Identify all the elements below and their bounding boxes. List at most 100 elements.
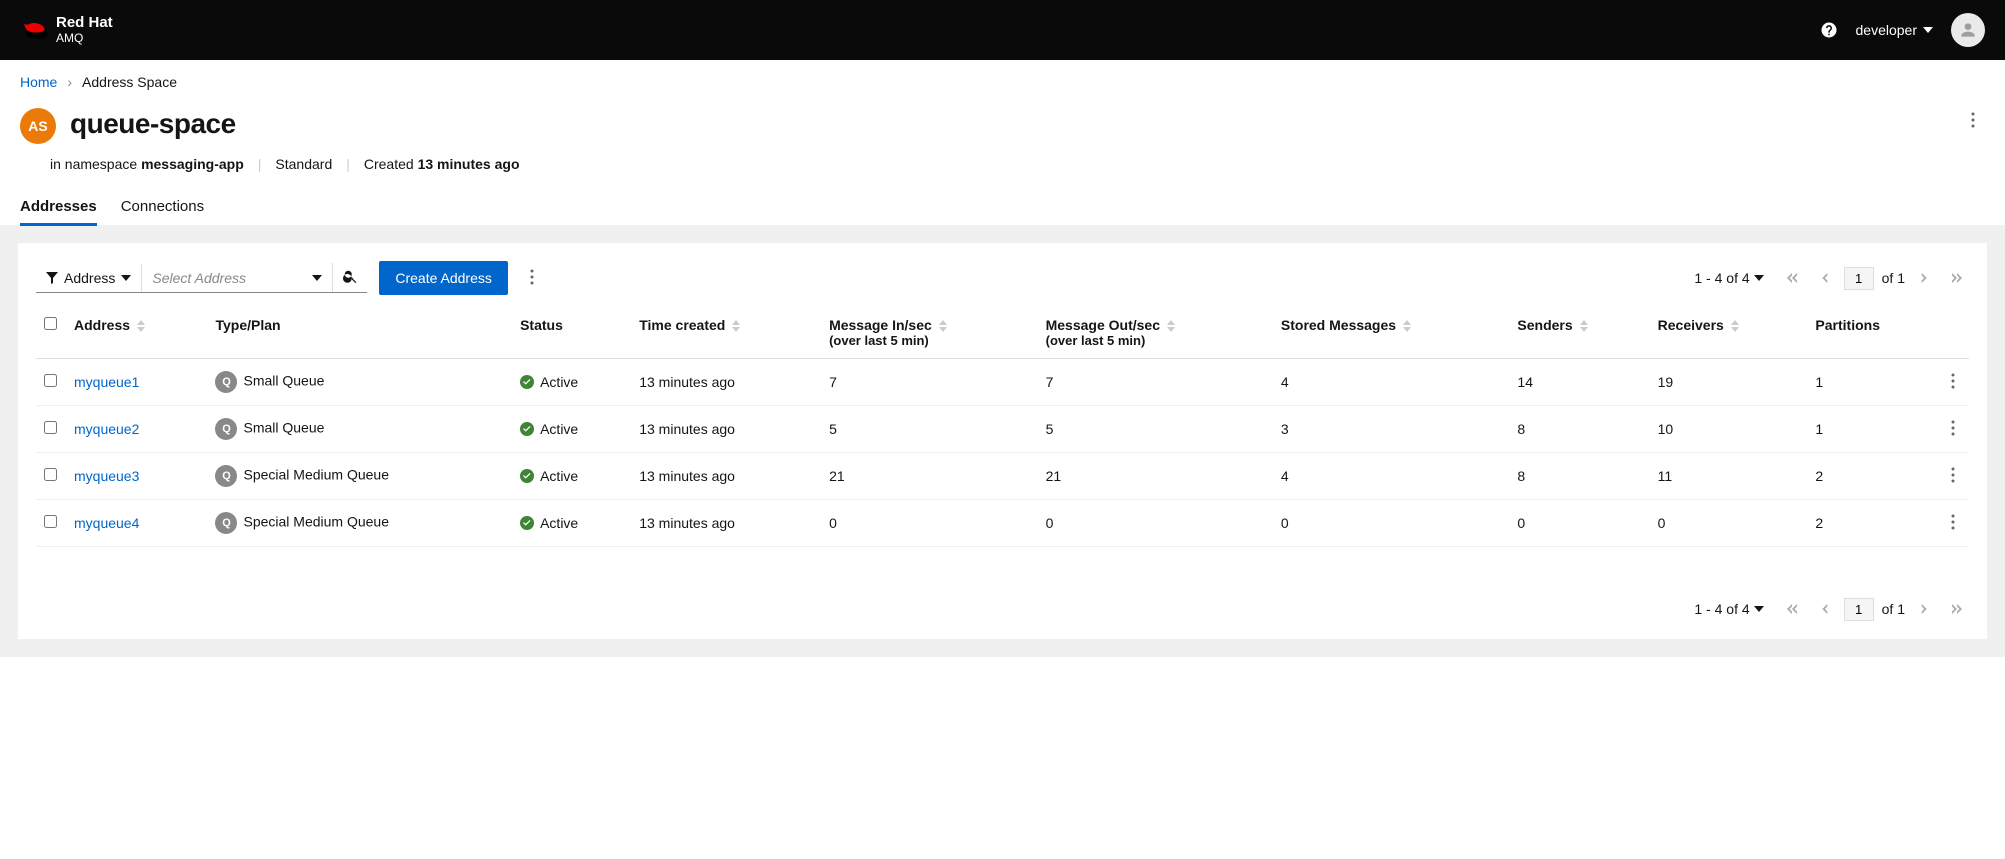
toolbar-actions-menu[interactable] [520,265,544,292]
time-cell: 13 minutes ago [631,453,821,500]
address-link[interactable]: myqueue2 [74,421,139,437]
receivers-cell: 19 [1650,359,1808,406]
help-icon[interactable] [1820,21,1838,39]
created-value: 13 minutes ago [418,156,520,172]
sort-icon[interactable] [136,320,146,332]
pagination-bottom: 1 - 4 of 4 of 1 [1694,597,1969,621]
stored-cell: 4 [1273,359,1510,406]
pagination-first[interactable] [1780,266,1804,290]
col-receivers[interactable]: Receivers [1658,317,1724,333]
double-chevron-right-icon [1952,604,1962,614]
sort-icon[interactable] [1579,320,1589,332]
brand-name: Red Hat [56,15,113,32]
select-all-checkbox[interactable] [44,317,57,330]
filter-icon [46,272,58,284]
row-actions-menu[interactable] [1945,514,1961,533]
col-stored[interactable]: Stored Messages [1281,317,1396,333]
pagination-next[interactable] [1913,266,1937,290]
col-address[interactable]: Address [74,317,130,333]
kebab-icon [1945,420,1961,436]
queue-type-badge: Q [215,418,237,440]
table-row: myqueue4 QSpecial Medium Queue Active 13… [36,500,1969,547]
row-actions-menu[interactable] [1945,420,1961,439]
create-address-button[interactable]: Create Address [379,261,508,295]
caret-down-icon [121,273,131,283]
sort-icon[interactable] [1166,320,1176,332]
filter-input[interactable] [142,264,302,292]
breadcrumb-home[interactable]: Home [20,74,57,90]
breadcrumb-current: Address Space [82,74,177,90]
col-msg-in-sub: (over last 5 min) [829,333,1030,348]
pagination-prev[interactable] [1812,266,1836,290]
sort-icon[interactable] [1402,320,1412,332]
pagination-prev[interactable] [1812,597,1836,621]
address-link[interactable]: myqueue1 [74,374,139,390]
row-actions-menu[interactable] [1945,373,1961,392]
check-circle-icon [520,469,534,483]
page-actions-menu[interactable] [1961,108,1985,135]
row-checkbox[interactable] [44,421,57,434]
tab-addresses[interactable]: Addresses [20,190,97,225]
senders-cell: 14 [1509,359,1649,406]
brand: Red Hat AMQ [20,15,113,45]
address-link[interactable]: myqueue3 [74,468,139,484]
row-checkbox[interactable] [44,468,57,481]
chevron-left-icon [1819,273,1829,283]
row-actions-menu[interactable] [1945,467,1961,486]
status-label: Active [540,468,578,484]
status-label: Active [540,515,578,531]
pagination-page-input[interactable] [1844,267,1874,290]
row-checkbox[interactable] [44,374,57,387]
msg-out-cell: 21 [1038,453,1273,500]
caret-down-icon [1923,25,1933,35]
status-label: Active [540,374,578,390]
chevron-left-icon [1819,604,1829,614]
avatar[interactable] [1951,13,1985,47]
tabs: Addresses Connections [0,190,2005,225]
partitions-cell: 1 [1807,406,1937,453]
kebab-icon [1965,112,1981,128]
filter-value-dropdown[interactable] [302,270,332,286]
title-meta: in namespace messaging-app | Standard | … [50,156,2005,190]
msg-in-cell: 0 [821,500,1038,547]
pagination-summary-dropdown[interactable]: 1 - 4 of 4 [1694,601,1763,617]
sort-icon[interactable] [731,320,741,332]
created-prefix: Created [364,156,418,172]
search-button[interactable] [332,263,367,292]
pagination-last[interactable] [1945,597,1969,621]
col-msg-out[interactable]: Message Out/sec [1046,317,1160,333]
pagination-first[interactable] [1780,597,1804,621]
queue-type-badge: Q [215,512,237,534]
col-senders[interactable]: Senders [1517,317,1572,333]
pagination-of-label: of 1 [1882,270,1905,286]
filter-group: Address [36,263,367,293]
col-msg-out-sub: (over last 5 min) [1046,333,1265,348]
time-cell: 13 minutes ago [631,359,821,406]
sort-icon[interactable] [1730,320,1740,332]
pagination-next[interactable] [1913,597,1937,621]
pagination-page-input[interactable] [1844,598,1874,621]
pagination-summary-dropdown[interactable]: 1 - 4 of 4 [1694,270,1763,286]
redhat-logo-icon [20,19,48,41]
address-link[interactable]: myqueue4 [74,515,139,531]
partitions-cell: 1 [1807,359,1937,406]
col-time[interactable]: Time created [639,317,725,333]
msg-out-cell: 7 [1038,359,1273,406]
queue-type-badge: Q [215,465,237,487]
user-menu[interactable]: developer [1856,22,1934,38]
person-icon [1958,20,1978,40]
col-msg-in[interactable]: Message In/sec [829,317,932,333]
row-checkbox[interactable] [44,515,57,528]
filter-type-dropdown[interactable]: Address [36,264,142,292]
col-partitions: Partitions [1815,317,1880,333]
username-label: developer [1856,22,1918,38]
search-icon [343,269,357,283]
tab-connections[interactable]: Connections [121,190,204,225]
namespace-prefix: in namespace [50,156,141,172]
msg-out-cell: 5 [1038,406,1273,453]
pagination-of-label: of 1 [1882,601,1905,617]
chevron-right-icon: › [67,74,72,90]
sort-icon[interactable] [938,320,948,332]
receivers-cell: 11 [1650,453,1808,500]
pagination-last[interactable] [1945,266,1969,290]
